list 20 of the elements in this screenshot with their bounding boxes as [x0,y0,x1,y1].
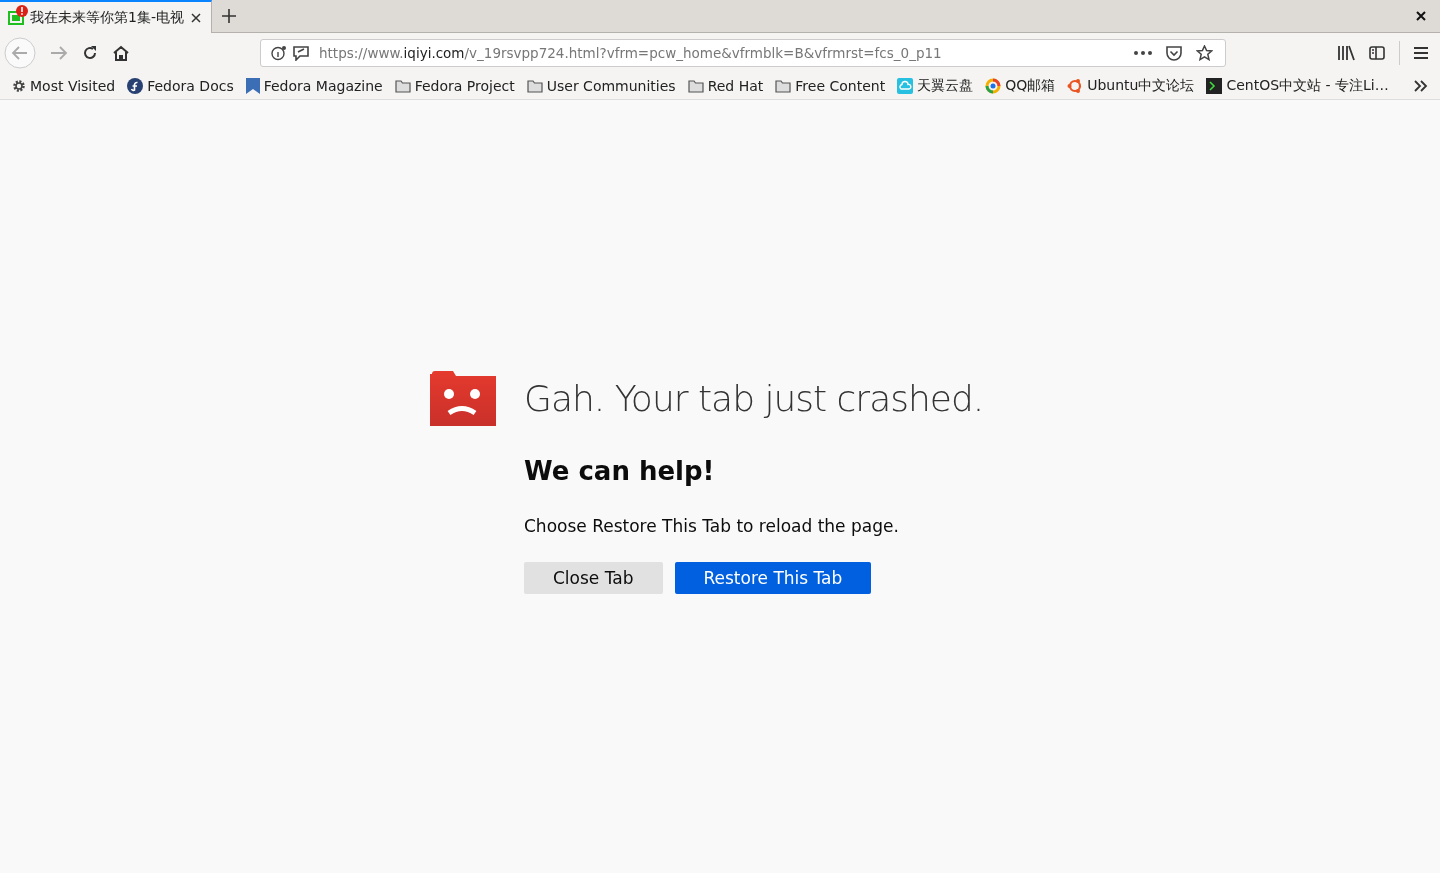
bookmark-item[interactable]: Fedora Magazine [263,78,383,94]
address-bar[interactable]: https://www.iqiyi.com/v_19rsvpp724.html?vfrm=pcw_home&vfrmblk=B&vfrmrst=fcs_0_p11 [260,39,1226,67]
close-tab-button[interactable]: Close Tab [524,562,663,594]
bookmark-item[interactable]: CentOS中文站 - 专注Li… [1226,77,1389,95]
bookmark-item[interactable]: Ubuntu中文论坛 [1087,77,1195,95]
help-heading: We can help! [524,456,716,486]
help-message: Choose Restore This Tab to reload the page. [524,516,900,536]
bookmark-item[interactable]: User Communities [546,78,676,94]
bookmark-item[interactable]: Fedora Docs [147,78,234,94]
crash-title: Gah. Your tab just crashed. [524,377,984,419]
bookmark-item[interactable]: 天翼云盘 [917,77,974,95]
tab-title: 我在未来等你第1集-电视 [30,8,185,27]
browser-tab[interactable]: 我在未来等你第1集-电视 [0,0,212,33]
url-text: https://www.iqiyi.com/v_19rsvpp724.html?vfrm=pcw_home&vfrmblk=B&vfrmrst=fcs_0_p11 [319,45,942,61]
restore-tab-button[interactable]: Restore This Tab [674,562,872,594]
bookmark-item[interactable]: Free Content [795,78,886,94]
bookmark-item[interactable]: QQ邮箱 [1005,77,1056,95]
bookmark-item[interactable]: Fedora Project [414,78,515,94]
bookmark-item[interactable]: Red Hat [707,78,764,94]
bookmark-item[interactable]: Most Visited [30,78,116,94]
